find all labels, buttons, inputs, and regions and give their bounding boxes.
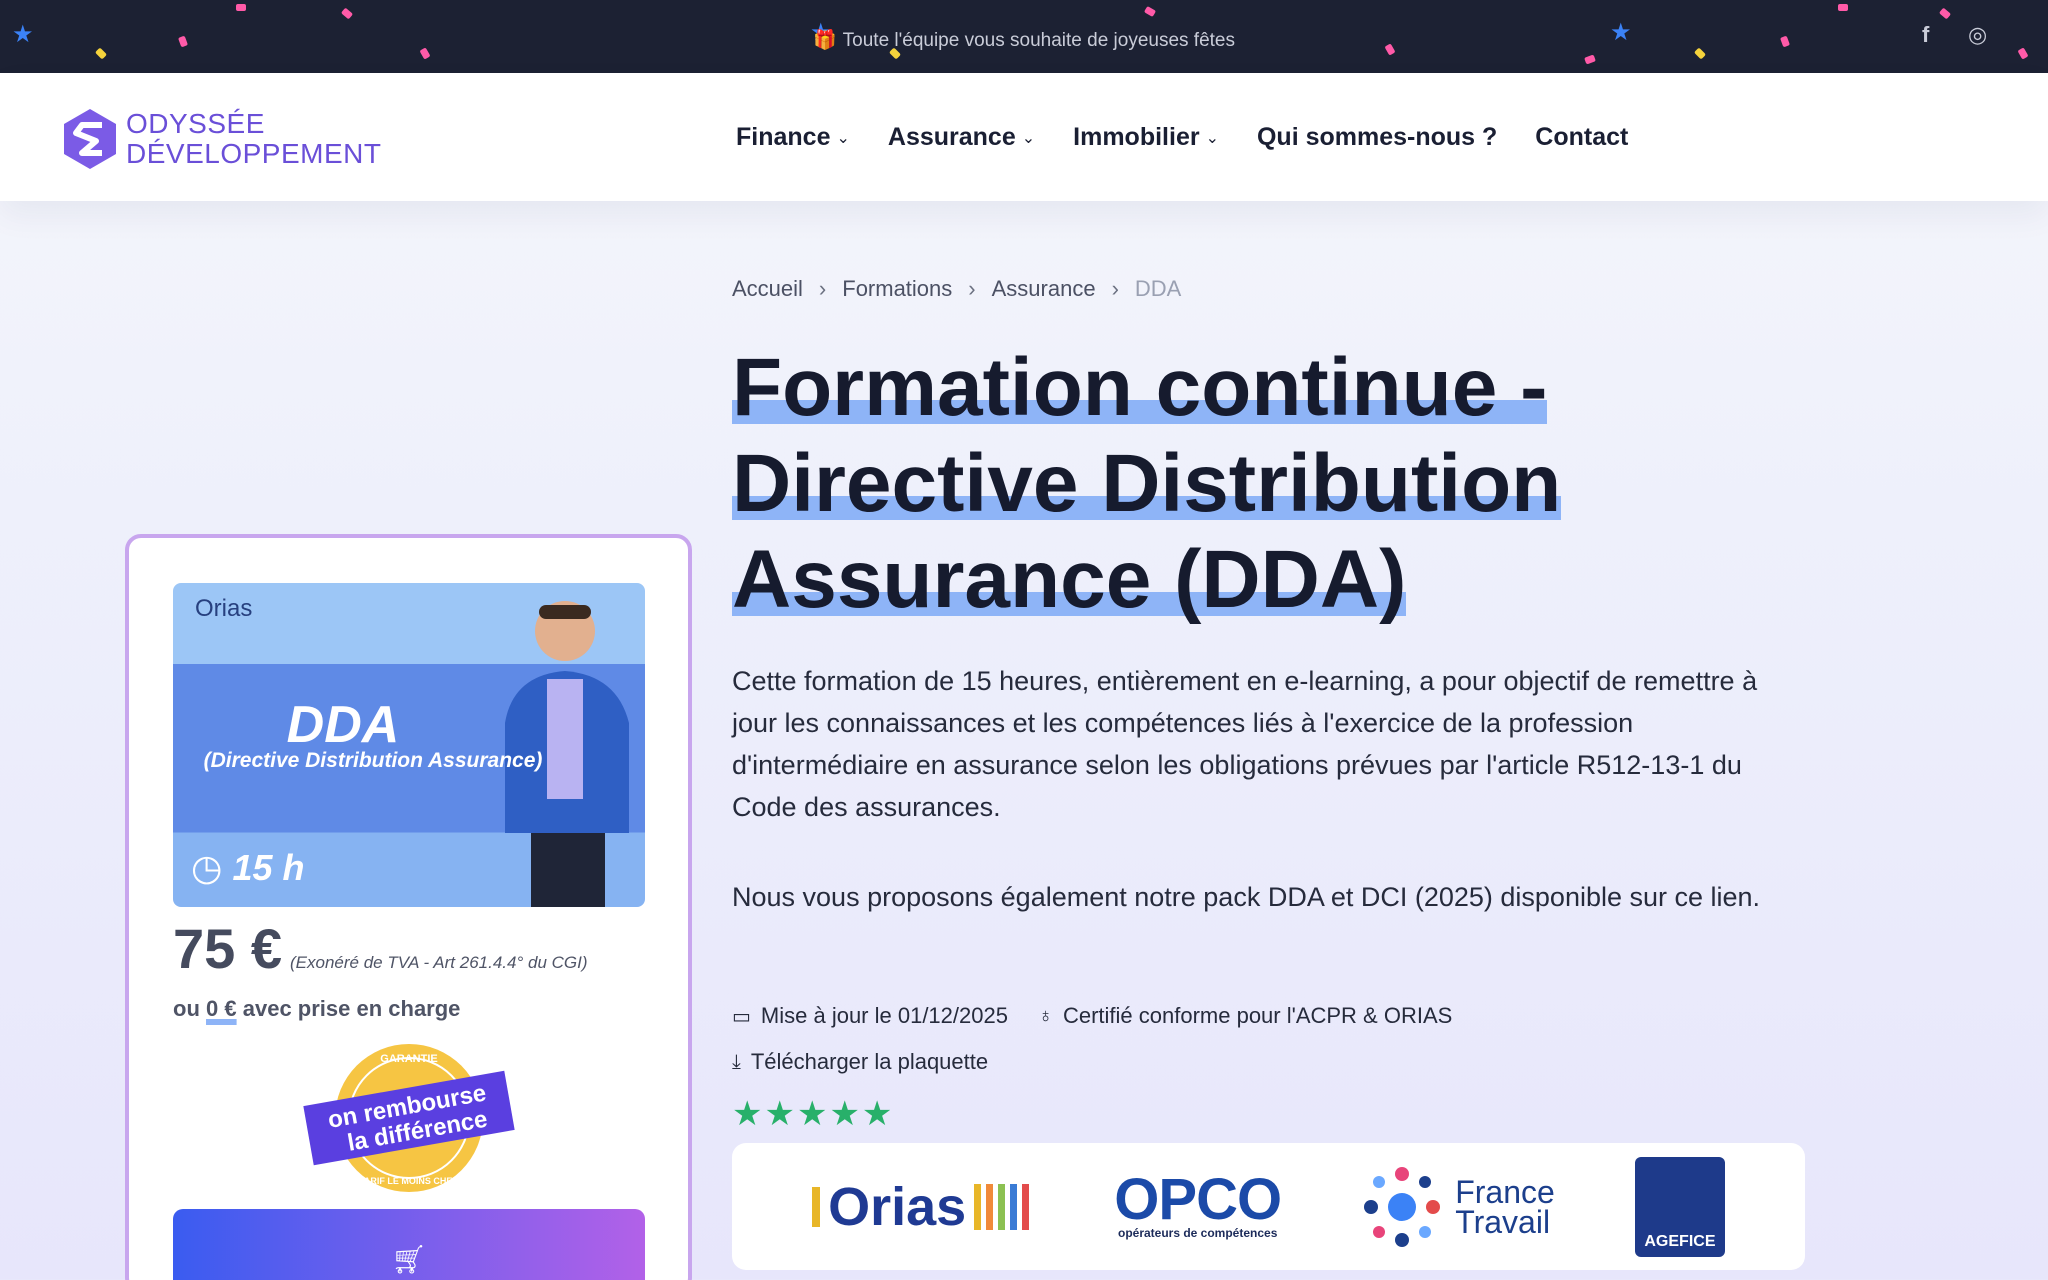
update-date: ▭ Mise à jour le 01/12/2025 (732, 1003, 1008, 1028)
product-card: Orias DDA (Directive Distribution Assura… (125, 534, 692, 1280)
download-brochure-link[interactable]: ⤓ Télécharger la plaquette (732, 1049, 988, 1075)
svg-text:TARIF LE MOINS CHER: TARIF LE MOINS CHER (359, 1176, 459, 1186)
nav-item-immobilier[interactable]: Immobilier ⌄ (1073, 123, 1219, 152)
nav-item-assurance[interactable]: Assurance ⌄ (888, 123, 1035, 152)
confetti (1584, 54, 1596, 65)
chevron-right-icon: › (1111, 276, 1119, 301)
announcement-bar: ★ ★ ★ 🎁 Toute l'équipe vous souhaite de j… (0, 0, 2048, 73)
main-nav: Finance ⌄ Assurance ⌄ Immobilier ⌄ Qui somm… (736, 123, 1666, 152)
nav-item-finance[interactable]: Finance ⌄ (736, 123, 850, 152)
download-icon: ⤓ (732, 1050, 741, 1073)
chevron-down-icon: ⌄ (836, 129, 850, 147)
nav-item-about[interactable]: Qui sommes-nous ? (1257, 123, 1497, 152)
certification: ♁ Certifié conforme pour l'ACPR & ORIAS (1037, 1003, 1453, 1028)
course-description: Cette formation de 15 heures, entièremen… (732, 660, 1792, 918)
nav-item-contact[interactable]: Contact (1535, 123, 1628, 152)
duration: ◷ 15 h (191, 847, 305, 888)
confetti (1838, 4, 1848, 11)
banner-title: DDA (286, 696, 400, 754)
confetti (236, 4, 246, 11)
confetti (1143, 5, 1157, 18)
funded-price: ou 0 € avec prise en charge (173, 996, 461, 1021)
france-travail-dots-icon (1364, 1166, 1441, 1247)
course-meta: ▭ Mise à jour le 01/12/2025 ♁ Certifié c… (732, 1003, 1482, 1095)
page-title: Formation continue - Directive Distribut… (732, 342, 1562, 625)
rating-stars: ★★★★★ (732, 1095, 895, 1133)
course-banner: Orias DDA (Directive Distribution Assura… (173, 583, 645, 907)
chevron-down-icon: ⌄ (1205, 129, 1219, 147)
confetti (1938, 7, 1952, 20)
description-paragraph: Cette formation de 15 heures, entièremen… (732, 666, 1758, 822)
agefice-logo: AGEFICE (1634, 1156, 1725, 1257)
gift-icon: 🎁 (812, 30, 837, 51)
logo-mark-icon (64, 109, 116, 169)
site-logo[interactable]: ODYSSÉE DÉVELOPPEMENT (62, 107, 381, 171)
banner-orias-logo: Orias (195, 595, 253, 622)
award-icon: ♁ (1037, 1004, 1053, 1027)
breadcrumb-accueil[interactable]: Accueil (732, 276, 803, 302)
add-to-cart-button[interactable]: 🛒︎ (173, 1209, 645, 1280)
breadcrumb-current: DDA (1134, 276, 1182, 301)
chevron-down-icon: ⌄ (1021, 129, 1036, 147)
price: 75 € (Exonéré de TVA - Art 261.4.4° du C… (173, 917, 588, 980)
breadcrumb: Accueil › Formations › Assurance › DDA (732, 276, 1181, 302)
chevron-right-icon: › (968, 276, 976, 301)
opco-logo: OPCO opérateurs de compétences (1114, 1166, 1282, 1240)
svg-text:GARANTIE: GARANTIE (380, 1053, 437, 1065)
breadcrumb-formations[interactable]: Formations (842, 276, 952, 302)
clock-icon: ◷ (191, 847, 223, 888)
partner-logos: Orias OPCO opérateurs de compétences Fra… (732, 1143, 1805, 1270)
banner-subtitle: (Directive Distribution Assurance) (203, 749, 543, 772)
announcement-text: 🎁 Toute l'équipe vous souhaite de joyeuse… (812, 30, 1235, 51)
site-header: ODYSSÉE DÉVELOPPEMENT Finance ⌄ Assurance… (0, 73, 2048, 201)
france-travail-logo: France Travail (1361, 1162, 1555, 1252)
cart-icon: 🛒︎ (391, 1243, 427, 1275)
facebook-icon[interactable]: f (1922, 22, 1929, 48)
orias-logo: Orias (812, 1176, 1034, 1238)
pack-link-paragraph[interactable]: Nous vous proposons également notre pack… (732, 876, 1792, 918)
confetti (340, 7, 354, 20)
calendar-icon: ▭ (732, 1005, 751, 1028)
refund-guarantee-badge: GARANTIE on rembourse la différence TARI… (303, 1044, 515, 1192)
breadcrumb-assurance[interactable]: Assurance (992, 276, 1096, 302)
chevron-right-icon: › (818, 276, 827, 301)
instagram-icon[interactable]: ◎ (1968, 22, 1987, 48)
